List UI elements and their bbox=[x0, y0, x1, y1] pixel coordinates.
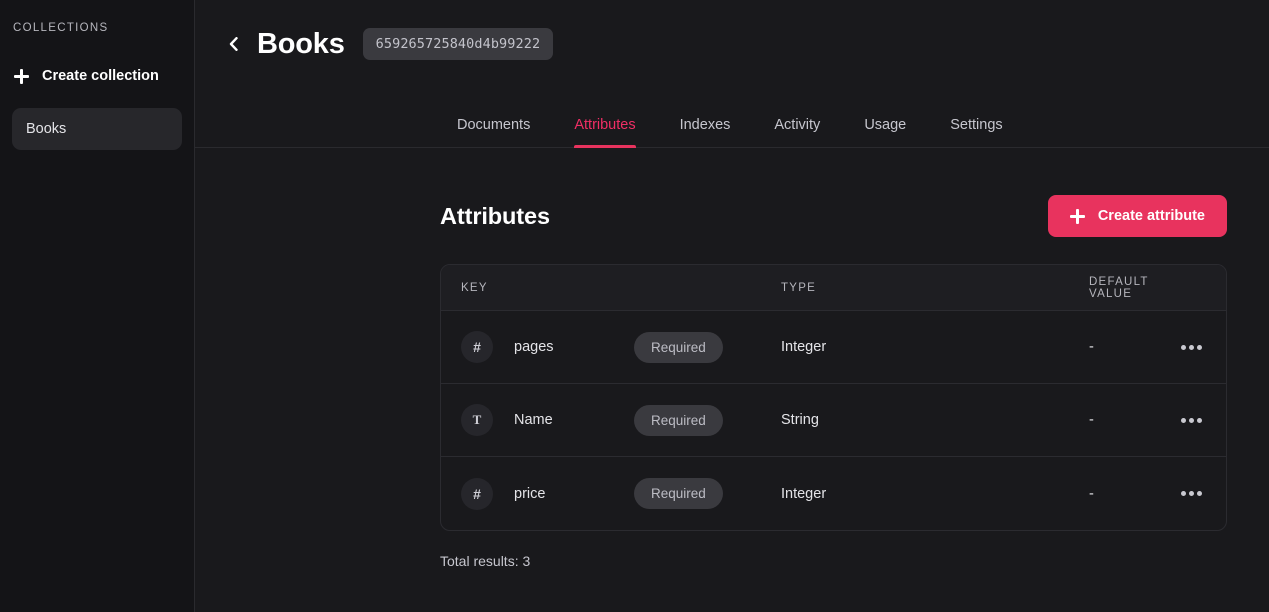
cell-key: T Name Required bbox=[461, 404, 781, 436]
tab-label: Documents bbox=[457, 117, 530, 133]
cell-key: # pages Required bbox=[461, 331, 781, 363]
cell-actions bbox=[1150, 481, 1206, 507]
cell-default-value: - bbox=[1089, 339, 1150, 355]
tab-documents[interactable]: Documents bbox=[457, 117, 530, 147]
section-title: Attributes bbox=[440, 203, 550, 230]
tab-label: Usage bbox=[864, 117, 906, 133]
tab-indexes[interactable]: Indexes bbox=[680, 117, 731, 147]
more-horizontal-icon[interactable] bbox=[1176, 334, 1206, 360]
more-horizontal-icon[interactable] bbox=[1176, 407, 1206, 433]
cell-actions bbox=[1150, 407, 1206, 433]
status-badge: Required bbox=[634, 478, 723, 509]
create-collection-label: Create collection bbox=[42, 68, 159, 84]
status-badge: Required bbox=[634, 405, 723, 436]
attribute-key: price bbox=[514, 486, 634, 502]
tab-label: Activity bbox=[774, 117, 820, 133]
table-row[interactable]: # pages Required Integer - bbox=[441, 311, 1226, 384]
attribute-key: pages bbox=[514, 339, 634, 355]
column-header-type: TYPE bbox=[781, 282, 1089, 294]
table-row[interactable]: # price Required Integer - bbox=[441, 457, 1226, 530]
create-attribute-label: Create attribute bbox=[1098, 208, 1205, 224]
cell-type: String bbox=[781, 412, 1089, 428]
tab-label: Attributes bbox=[574, 117, 635, 133]
main-panel: Books 659265725840d4b99222 Documents Att… bbox=[195, 0, 1269, 612]
create-collection-button[interactable]: Create collection bbox=[12, 64, 182, 88]
cell-key: # price Required bbox=[461, 478, 781, 510]
tab-attributes[interactable]: Attributes bbox=[574, 117, 635, 147]
table-header-row: KEY TYPE DEFAULT VALUE bbox=[441, 265, 1226, 311]
column-header-default-value: DEFAULT VALUE bbox=[1089, 276, 1150, 300]
chevron-left-icon bbox=[229, 37, 238, 51]
plus-icon bbox=[1070, 209, 1085, 224]
section-header: Attributes Create attribute bbox=[440, 195, 1227, 237]
tab-activity[interactable]: Activity bbox=[774, 117, 820, 147]
text-icon: T bbox=[461, 404, 493, 436]
sidebar-item-books[interactable]: Books bbox=[12, 108, 182, 150]
status-badge: Required bbox=[634, 332, 723, 363]
cell-default-value: - bbox=[1089, 486, 1150, 502]
collection-id-badge[interactable]: 659265725840d4b99222 bbox=[363, 28, 554, 60]
sidebar: COLLECTIONS Create collection Books bbox=[0, 0, 195, 612]
title-row: Books 659265725840d4b99222 bbox=[223, 28, 1269, 60]
tab-label: Settings bbox=[950, 117, 1002, 133]
hash-icon: # bbox=[461, 331, 493, 363]
tab-settings[interactable]: Settings bbox=[950, 117, 1002, 147]
attribute-key: Name bbox=[514, 412, 634, 428]
page-title: Books bbox=[257, 30, 345, 59]
total-results-label: Total results: 3 bbox=[440, 553, 1227, 569]
table-row[interactable]: T Name Required String - bbox=[441, 384, 1226, 457]
sidebar-item-label: Books bbox=[26, 121, 66, 137]
cell-default-value: - bbox=[1089, 412, 1150, 428]
tab-bar: Documents Attributes Indexes Activity Us… bbox=[195, 100, 1269, 148]
column-header-key: KEY bbox=[461, 282, 781, 294]
cell-actions bbox=[1150, 334, 1206, 360]
tab-usage[interactable]: Usage bbox=[864, 117, 906, 147]
plus-icon bbox=[14, 69, 29, 84]
cell-type: Integer bbox=[781, 339, 1089, 355]
sidebar-section-label: COLLECTIONS bbox=[12, 22, 182, 34]
tab-label: Indexes bbox=[680, 117, 731, 133]
page-header: Books 659265725840d4b99222 bbox=[195, 0, 1269, 60]
hash-icon: # bbox=[461, 478, 493, 510]
cell-type: Integer bbox=[781, 486, 1089, 502]
attributes-table: KEY TYPE DEFAULT VALUE # pages Required … bbox=[440, 264, 1227, 531]
app-root: COLLECTIONS Create collection Books Book… bbox=[0, 0, 1269, 612]
content-area: Attributes Create attribute KEY TYPE DEF… bbox=[195, 195, 1269, 569]
back-button[interactable] bbox=[223, 30, 243, 58]
more-horizontal-icon[interactable] bbox=[1176, 481, 1206, 507]
create-attribute-button[interactable]: Create attribute bbox=[1048, 195, 1227, 237]
